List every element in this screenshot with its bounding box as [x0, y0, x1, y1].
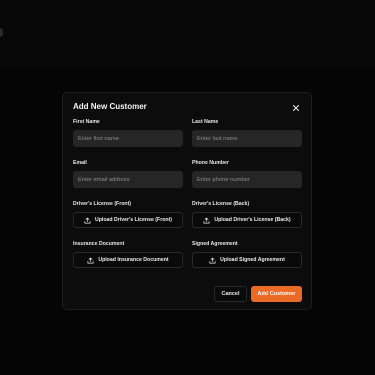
modal-title: Add New Customer — [73, 102, 147, 111]
first-name-label: First Name — [73, 119, 100, 125]
background-topbar — [0, 0, 375, 66]
license-front-label: Driver's License (Front) — [73, 201, 132, 207]
upload-license-front-label: Upload Driver's License (Front) — [94, 217, 173, 223]
background-edge-marker — [0, 28, 3, 37]
close-icon[interactable] — [292, 104, 300, 112]
insurance-label: Insurance Document — [73, 241, 125, 247]
upload-insurance-label: Upload Insurance Document — [98, 257, 169, 263]
upload-icon — [84, 217, 91, 224]
last-name-label: Last Name — [192, 119, 219, 125]
upload-license-front-button[interactable]: Upload Driver's License (Front) — [73, 212, 183, 228]
phone-label: Phone Number — [192, 160, 229, 166]
upload-icon — [87, 257, 94, 264]
agreement-label: Signed Agreement — [192, 241, 238, 247]
upload-icon — [203, 217, 210, 224]
add-customer-button[interactable]: Add Customer — [251, 286, 302, 302]
email-input[interactable] — [73, 171, 183, 188]
upload-license-back-button[interactable]: Upload Driver's License (Back) — [192, 212, 302, 228]
phone-input[interactable] — [192, 171, 302, 188]
upload-agreement-button[interactable]: Upload Signed Agreement — [192, 252, 302, 268]
last-name-input[interactable] — [192, 130, 302, 147]
license-back-label: Driver's License (Back) — [192, 201, 250, 207]
upload-insurance-button[interactable]: Upload Insurance Document — [73, 252, 183, 268]
upload-license-back-label: Upload Driver's License (Back) — [214, 217, 291, 223]
cancel-button[interactable]: Cancel — [214, 286, 247, 302]
upload-agreement-label: Upload Signed Agreement — [220, 257, 285, 263]
email-label: Email — [73, 160, 87, 166]
first-name-input[interactable] — [73, 130, 183, 147]
upload-icon — [209, 257, 216, 264]
add-customer-modal: Add New Customer First Name Last Name Em… — [62, 92, 312, 310]
